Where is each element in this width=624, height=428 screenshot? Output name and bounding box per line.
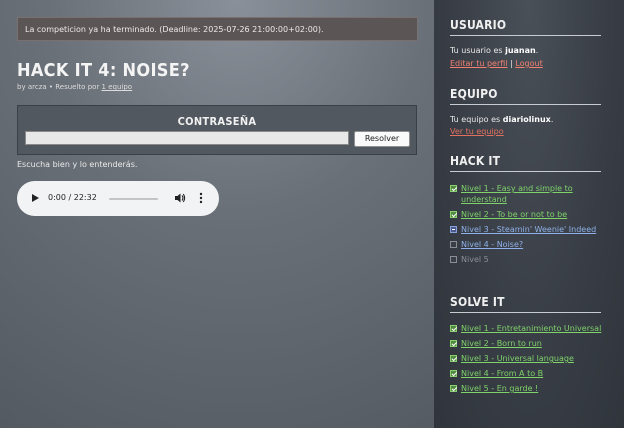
hackit-item-2[interactable]: Nivel 2 - To be or not to be [450,209,610,220]
unchecked-box-icon [450,241,457,248]
usuario-heading: USUARIO [450,18,601,36]
logout-link[interactable]: Logout [515,59,542,68]
hackit-item-1[interactable]: Nivel 1 - Easy and simple to understand [450,183,610,205]
usuario-separator: | [510,59,513,68]
solved-check-icon [450,211,457,218]
audio-seek-bar[interactable] [109,198,158,200]
usuario-name: juanan [505,46,536,55]
solveit-item-5[interactable]: Nivel 5 - En garde ! [450,383,610,394]
solved-check-icon [450,325,457,332]
usuario-text: Tu usuario es [450,46,503,55]
hackit-item-4[interactable]: Nivel 4 - Noise? [450,239,610,250]
solved-check-icon [450,385,457,392]
solveit-item-2[interactable]: Nivel 2 - Born to run [450,338,610,349]
hackit-item-5: Nivel 5 [450,254,610,265]
hackit-list: Nivel 1 - Easy and simple to understand … [450,183,610,269]
solveit-list: Nivel 1 - Entretanimiento Universal Nive… [450,323,610,398]
password-label: CONTRASEÑA [177,115,257,128]
equipo-heading: EQUIPO [450,87,601,105]
byline-solved-prefix: • Resuelto por [48,83,100,91]
main-content: La competicion ya ha terminado. (Deadlin… [0,0,434,428]
usuario-links: Editar tu perfil | Logout [450,59,543,68]
competition-ended-alert: La competicion ya ha terminado. (Deadlin… [17,17,418,41]
equipo-links: Ver tu equipo [450,127,504,136]
challenge-byline: by arcza • Resuelto por 1 equipo [17,83,132,91]
hackit-item-3[interactable]: Nivel 3 - Steamin' Weenie' Indeed [450,224,610,235]
sidebar: USUARIO Tu usuario es juanan. Editar tu … [434,0,624,428]
volume-icon[interactable] [174,192,186,204]
solved-check-icon [450,185,457,192]
view-team-link[interactable]: Ver tu equipo [450,127,504,136]
partial-check-icon [450,226,457,233]
audio-time: 0:00 / 22:32 [48,193,97,202]
usuario-line: Tu usuario es juanan. [450,46,539,55]
equipo-line: Tu equipo es diariolinux. [450,115,554,124]
challenge-title: Hack it 4: Noise? [17,60,190,81]
solved-teams-link[interactable]: 1 equipo [102,83,133,91]
play-icon[interactable] [32,194,39,202]
unchecked-box-icon [450,256,457,263]
hackit-heading: HACK IT [450,154,601,172]
byline-by: by [17,83,26,91]
byline-author: arcza [27,83,47,91]
solveit-item-3[interactable]: Nivel 3 - Universal language [450,353,610,364]
edit-profile-link[interactable]: Editar tu perfil [450,59,508,68]
audio-player: 0:00 / 22:32 [17,181,219,216]
password-input[interactable] [25,131,349,145]
equipo-name: diariolinux [502,115,551,124]
challenge-hint: Escucha bien y lo entenderás. [17,160,138,169]
solveit-heading: SOLVE IT [450,295,601,313]
resolver-button[interactable]: Resolver [354,131,410,147]
solved-check-icon [450,355,457,362]
solved-check-icon [450,370,457,377]
solved-check-icon [450,340,457,347]
solveit-item-1[interactable]: Nivel 1 - Entretanimiento Universal [450,323,610,334]
more-vert-icon[interactable] [199,192,203,204]
equipo-text: Tu equipo es [450,115,501,124]
password-form: CONTRASEÑA Resolver [17,105,417,155]
solveit-item-4[interactable]: Nivel 4 - From A to B [450,368,610,379]
